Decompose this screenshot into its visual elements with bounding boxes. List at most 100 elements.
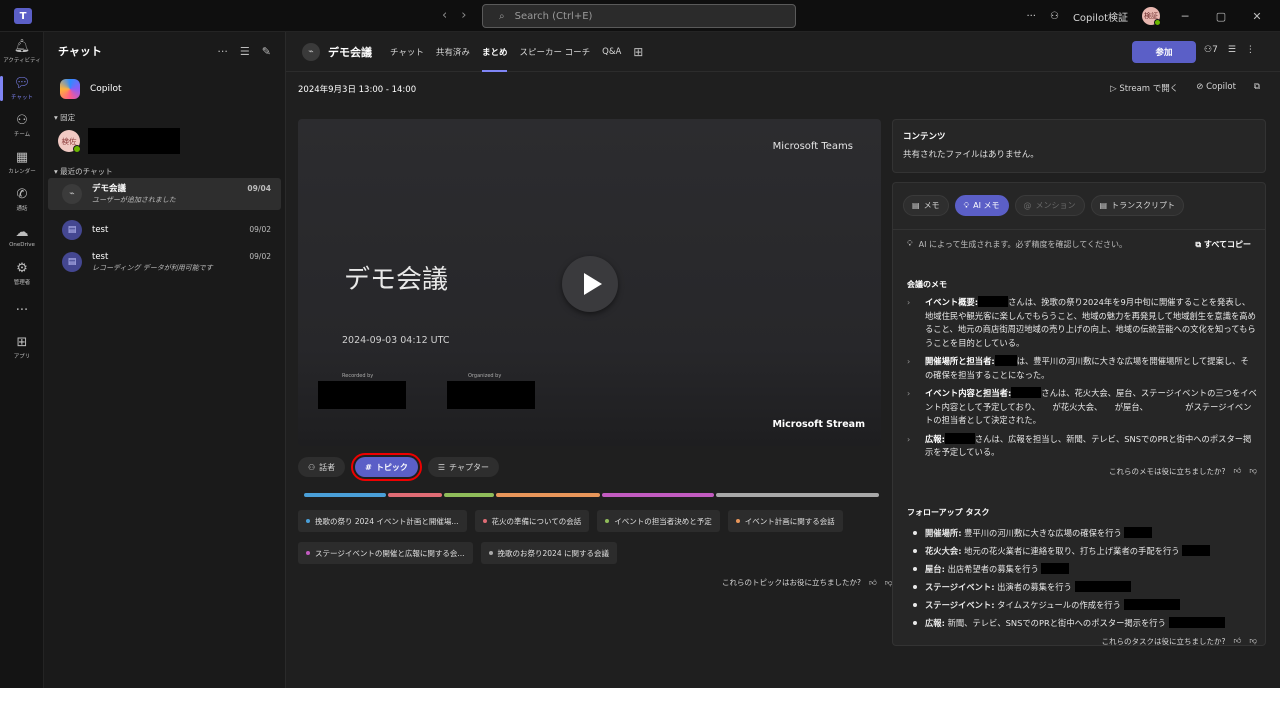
- rail-teams[interactable]: ⚇ チーム: [0, 107, 44, 144]
- copilot-chat-item[interactable]: Copilot: [44, 70, 285, 108]
- rail-onedrive[interactable]: ☁ OneDrive: [0, 218, 44, 255]
- topics-button[interactable]: # トピック: [351, 453, 422, 481]
- task-item[interactable]: ステージイベント: 出演者の募集を行う: [907, 578, 1257, 596]
- hashtag-icon: #: [365, 462, 372, 472]
- task-text: タイムスケジュールの作成を行う: [997, 599, 1121, 610]
- timeline-segment[interactable]: [388, 493, 442, 497]
- redacted-name: [88, 128, 180, 154]
- forward-arrow-icon[interactable]: ›: [461, 8, 466, 23]
- topic-chip[interactable]: イベントの担当者決めと予定: [597, 510, 720, 532]
- thumbs-up-icon[interactable]: 👍︎: [1234, 636, 1242, 646]
- rail-more[interactable]: ···: [0, 292, 44, 329]
- task-item[interactable]: 花火大会: 地元の花火業者に連絡を取り、打ち上げ業者の手配を行う: [907, 542, 1257, 560]
- rail-calls[interactable]: ✆ 通話: [0, 181, 44, 218]
- copilot-logo-icon: [60, 79, 80, 99]
- popout-icon[interactable]: ⧉: [1254, 82, 1260, 94]
- recording-video-player[interactable]: Microsoft Teams デモ会議 2024-09-03 04:12 UT…: [298, 119, 881, 446]
- filter-icon[interactable]: ☰: [240, 45, 250, 58]
- chat-item-demo-meeting[interactable]: ⌁ デモ会議 ユーザーが追加されました 09/04: [48, 178, 281, 210]
- rail-label: チャット: [11, 94, 33, 101]
- chat-list-pane: チャット ··· ☰ ✎ Copilot ▾ 固定 検佐 ▾ 最近のチャット ⌁…: [44, 32, 286, 688]
- task-item[interactable]: 開催場所: 豊平川の河川敷に大きな広場の確保を行う: [907, 524, 1257, 542]
- timeline-segment[interactable]: [716, 493, 879, 497]
- note-icon: ▤: [912, 201, 920, 210]
- tab-recap[interactable]: まとめ: [476, 32, 514, 72]
- tab-speaker-coach[interactable]: スピーカー コーチ: [513, 32, 596, 72]
- open-in-stream-button[interactable]: ▷ Stream で開く: [1110, 82, 1178, 94]
- topic-label: イベント計画に関する会話: [744, 516, 835, 526]
- note-item[interactable]: › 開催場所と担当者: は、豊平川の河川敷に大きな広場を開催場所として提案し、その…: [907, 355, 1257, 382]
- user-avatar[interactable]: 検証: [1142, 7, 1161, 26]
- list-icon[interactable]: ☰: [1228, 45, 1236, 55]
- org-switch-icon[interactable]: ⚇: [1050, 11, 1059, 22]
- thumbs-up-icon[interactable]: 👍︎: [869, 578, 877, 588]
- rail-admin[interactable]: ⚙ 管理者: [0, 255, 44, 292]
- tab-notes[interactable]: ▤ メモ: [903, 195, 949, 216]
- speakers-label: 話者: [319, 462, 336, 472]
- topic-chip[interactable]: 挽歌の祭り 2024 イベント計画と開催場...: [298, 510, 467, 532]
- pinned-chat-item[interactable]: 検佐: [44, 124, 285, 158]
- bullet-icon: [913, 602, 917, 607]
- timeline-segment[interactable]: [602, 493, 714, 497]
- chat-item-test[interactable]: ▤ test 09/02: [48, 214, 281, 246]
- participants-button[interactable]: ⚇7: [1204, 45, 1218, 55]
- topics-feedback: これらのトピックはお役に立ちましたか? 👍︎ 👎︎: [722, 577, 892, 588]
- topic-list: 挽歌の祭り 2024 イベント計画と開催場... 花火の準備についての会話 イベ…: [298, 510, 881, 564]
- chevron-right-icon: ›: [907, 357, 911, 366]
- more-options-icon[interactable]: ···: [1026, 11, 1036, 22]
- note-item[interactable]: › 広報: さんは、広報を担当し、新聞、テレビ、SNSでのPRと街中へのポスター掲…: [907, 432, 1257, 460]
- tab-chat[interactable]: チャット: [384, 32, 430, 72]
- add-tab-icon[interactable]: ⊞: [627, 32, 649, 72]
- chapters-button[interactable]: ☰ チャプター: [427, 457, 499, 477]
- task-item[interactable]: 屋台: 出店希望者の募集を行う: [907, 560, 1257, 578]
- topic-chip[interactable]: 花火の準備についての会話: [474, 510, 590, 532]
- rail-apps[interactable]: ⊞ アプリ: [0, 329, 44, 366]
- topic-chip[interactable]: イベント計画に関する会話: [727, 510, 843, 532]
- recent-section-header[interactable]: ▾ 最近のチャット: [44, 162, 285, 178]
- join-button[interactable]: 参加: [1132, 41, 1196, 63]
- bullet-icon: [913, 584, 917, 589]
- minimize-icon[interactable]: ─: [1174, 10, 1196, 23]
- rail-calendar[interactable]: ▦ カレンダー: [0, 144, 44, 181]
- topic-chip[interactable]: ステージイベントの開催と広報に関する会...: [298, 542, 473, 564]
- timeline-segment[interactable]: [444, 493, 494, 497]
- back-arrow-icon[interactable]: ‹: [442, 8, 447, 23]
- topic-color-dot: [735, 519, 740, 523]
- task-item[interactable]: ステージイベント: タイムスケジュールの作成を行う: [907, 596, 1257, 614]
- thumbs-down-icon[interactable]: 👎︎: [1249, 636, 1257, 646]
- more-options-icon[interactable]: ⋮: [1246, 45, 1255, 55]
- rail-activity[interactable]: 🔔︎ アクティビティ: [0, 33, 44, 70]
- thumbs-down-icon[interactable]: 👎︎: [1249, 466, 1257, 476]
- topic-timeline[interactable]: [304, 493, 881, 497]
- copy-all-button[interactable]: ⧉ すべてコピー: [1195, 239, 1251, 250]
- note-item[interactable]: › イベント内容と担当者: さんは、花火大会、屋台、ステージイベントの三つをイベン…: [907, 387, 1257, 428]
- tab-qa[interactable]: Q&A: [596, 32, 627, 72]
- copilot-button[interactable]: ⊘ Copilot: [1196, 82, 1236, 94]
- tab-shared[interactable]: 共有済み: [430, 32, 476, 72]
- task-text: 地元の花火業者に連絡を取り、打ち上げ業者の手配を行う: [964, 545, 1180, 556]
- pinned-section-header[interactable]: ▾ 固定: [44, 108, 285, 124]
- close-icon[interactable]: ✕: [1246, 10, 1268, 23]
- topic-label: ステージイベントの開催と広報に関する会...: [315, 548, 465, 558]
- topic-chip[interactable]: 挽歌のお祭り2024 に関する会議: [480, 542, 617, 564]
- search-box[interactable]: ⌕ Search (Ctrl+E): [482, 4, 796, 28]
- new-chat-icon[interactable]: ✎: [262, 45, 271, 58]
- tab-transcript[interactable]: ▤ トランスクリプト: [1090, 195, 1184, 216]
- maximize-icon[interactable]: ▢: [1210, 10, 1232, 23]
- thumbs-up-icon[interactable]: 👍︎: [1234, 466, 1242, 476]
- timeline-segment[interactable]: [496, 493, 600, 497]
- note-item[interactable]: › イベント概要: さんは、挽歌の祭り2024年を9月中旬に開催することを発表し、…: [907, 296, 1257, 350]
- redacted-name: [994, 355, 1017, 366]
- tab-ai-notes[interactable]: 💡︎ AI メモ: [954, 195, 1009, 216]
- chat-preview: レコーディング データが利用可能です: [92, 264, 213, 272]
- timeline-segment[interactable]: [304, 493, 386, 497]
- tab-mentions[interactable]: @ メンション: [1014, 195, 1085, 216]
- speakers-button[interactable]: ⚇ 話者: [298, 457, 346, 477]
- chapters-label: チャプター: [449, 462, 489, 472]
- chat-item-test-recording[interactable]: ▤ test レコーディング データが利用可能です 09/02: [48, 246, 281, 278]
- more-options-icon[interactable]: ···: [217, 45, 228, 58]
- play-button[interactable]: [562, 256, 618, 312]
- task-item[interactable]: 広報: 新聞、テレビ、SNSでのPRと街中へのポスター掲示を行う: [907, 614, 1257, 632]
- user-name[interactable]: Copilot検証: [1073, 9, 1128, 24]
- rail-chat[interactable]: 💬︎ チャット: [0, 70, 44, 107]
